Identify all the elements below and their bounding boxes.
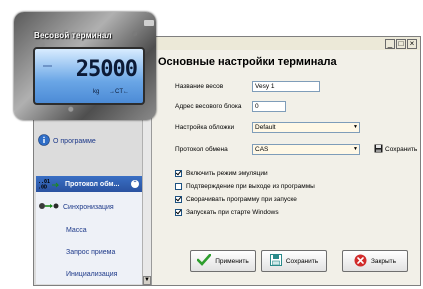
terminal-title: Весовой терминал [34, 31, 112, 40]
svg-text:.0D: .0D [38, 185, 47, 190]
sidebar-item-label: Масса [66, 226, 87, 234]
save-protocol-button[interactable]: Сохранить [374, 144, 417, 155]
sidebar-item-label: Инициализация [66, 270, 118, 278]
close-label: Закрыть [370, 257, 397, 265]
sidebar-item-mass[interactable]: Масса [66, 222, 142, 238]
checkbox-label: Сворачивать программу при запуске [186, 196, 297, 203]
maximize-button[interactable]: □ [396, 39, 406, 49]
save-button[interactable]: Сохранить [261, 250, 327, 272]
checkbox[interactable] [175, 183, 182, 190]
checkbox[interactable] [175, 170, 182, 177]
weight-readout: 25000 [75, 57, 138, 82]
close-window-button[interactable]: × [407, 39, 417, 49]
checkbox-autostart[interactable]: Запускать при старте Windows [175, 209, 279, 216]
center-zero-indicator: →CT← [109, 89, 129, 95]
sidebar-group-label: Протокол обм... [65, 180, 120, 188]
scroll-down-icon[interactable]: ▼ [143, 276, 151, 285]
close-circle-icon [354, 254, 367, 269]
dropdown-arrow-icon[interactable]: ▼ [353, 124, 358, 131]
sidebar-item-request[interactable]: Запрос приема [66, 244, 142, 260]
info-icon [38, 134, 50, 148]
sidebar-subitems: Синхронизация Масса Запрос приема Инициа… [36, 192, 142, 284]
terminal-knob-icon [144, 20, 154, 26]
checkbox[interactable] [175, 196, 182, 203]
protocol-icon: ..01.0D [38, 177, 62, 191]
scale-name-field[interactable]: Vesy 1 [252, 81, 320, 92]
terminal-lcd: 25000 kg →CT← [33, 47, 145, 105]
sidebar-group-protocol[interactable]: ..01.0D Протокол обм... ⌃ [36, 176, 142, 192]
page-title: Основные настройки терминала [158, 56, 337, 68]
close-button[interactable]: Закрыть [342, 250, 408, 272]
sidebar-item-label: Синхронизация [63, 203, 114, 211]
window-controls: _ □ × [385, 39, 417, 49]
skin-select-value: Default [255, 124, 276, 131]
app-root: _ □ × О программе ..01.0D Протокол обм..… [0, 0, 423, 289]
protocol-select-value: CAS [255, 146, 269, 153]
minimize-button[interactable]: _ [385, 39, 395, 49]
apply-label: Применить [215, 257, 249, 265]
collapse-icon[interactable]: ⌃ [131, 180, 139, 188]
sidebar-item-init[interactable]: Инициализация [66, 266, 142, 282]
settings-panel: Основные настройки терминала Название ве… [154, 50, 420, 285]
dropdown-arrow-icon[interactable]: ▼ [353, 146, 358, 153]
floppy-icon [374, 144, 383, 155]
checkbox-label: Запускать при старте Windows [186, 209, 279, 216]
sidebar-item-label: О программе [53, 137, 96, 145]
address-field[interactable]: 0 [252, 101, 286, 112]
apply-button[interactable]: Применить [190, 250, 256, 272]
checkmark-icon [196, 253, 212, 268]
save-protocol-label: Сохранить [385, 146, 418, 153]
unit-label: kg [93, 89, 100, 95]
checkbox-confirm-exit[interactable]: Подтверждение при выходе из программы [175, 183, 315, 190]
scale-name-label: Название весов [175, 83, 224, 90]
checkbox[interactable] [175, 209, 182, 216]
sidebar-item-about[interactable]: О программе [38, 133, 142, 149]
sidebar-item-label: Запрос приема [66, 248, 116, 256]
checkbox-minimize-on-start[interactable]: Сворачивать программу при запуске [175, 196, 297, 203]
protocol-select[interactable]: CAS ▼ [252, 144, 360, 155]
skin-select[interactable]: Default ▼ [252, 122, 360, 133]
address-label: Адрес весового блока [175, 103, 242, 110]
protocol-label: Протокол обмена [175, 146, 228, 153]
save-icon [269, 254, 282, 268]
skin-label: Настройка обложки [175, 124, 235, 131]
checkbox-label: Включить режим эмуляции [186, 170, 268, 177]
save-label: Сохранить [285, 257, 319, 265]
checkbox-emulation[interactable]: Включить режим эмуляции [175, 170, 268, 177]
sidebar-item-sync[interactable]: Синхронизация [38, 199, 142, 215]
minus-segment-icon [43, 65, 52, 67]
checkbox-label: Подтверждение при выходе из программы [186, 183, 315, 190]
terminal-display-widget: Весовой терминал 25000 kg →CT← [14, 12, 156, 120]
sync-icon [38, 201, 60, 213]
